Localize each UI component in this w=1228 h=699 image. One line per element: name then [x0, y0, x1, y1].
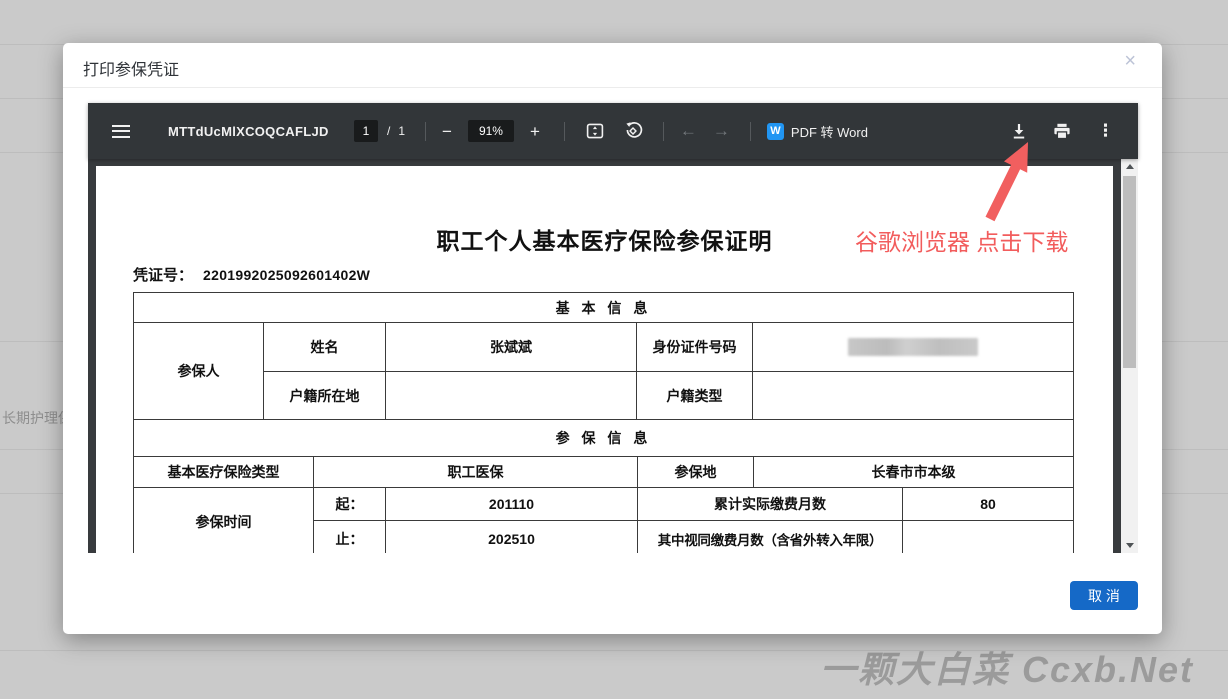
menu-icon[interactable] — [112, 125, 130, 138]
modal-title: 打印参保凭证 — [83, 56, 179, 80]
pdf-viewer: MTTdUcMlXCOQCAFLJD... 1 / 1 − 91% + — [88, 103, 1138, 553]
pdf-viewport: 职工个人基本医疗保险参保证明 凭证号：2201992025092601402W … — [88, 159, 1138, 553]
forward-arrow-icon[interactable]: → — [713, 121, 730, 141]
residence-label: 户籍所在地 — [264, 372, 386, 420]
id-number-label: 身份证件号码 — [637, 323, 753, 372]
scroll-up-icon[interactable] — [1121, 159, 1138, 174]
pdf-to-word-button[interactable]: PDF 转 Word — [791, 122, 868, 141]
word-icon[interactable]: W — [767, 123, 784, 140]
pdf-page: 职工个人基本医疗保险参保证明 凭证号：2201992025092601402W … — [96, 166, 1113, 553]
actual-months-label: 累计实际缴费月数 — [638, 488, 903, 521]
toolbar-divider — [663, 122, 664, 141]
name-label: 姓名 — [264, 323, 386, 372]
page-separator: / — [387, 124, 390, 138]
insured-person-label: 参保人 — [134, 323, 264, 420]
scrollbar[interactable] — [1121, 159, 1138, 553]
voucher-number: 2201992025092601402W — [203, 267, 370, 283]
certificate-title: 职工个人基本医疗保险参保证明 — [96, 222, 1113, 256]
print-icon[interactable] — [1053, 123, 1071, 140]
close-icon[interactable]: × — [1124, 51, 1136, 71]
voucher-label: 凭证号： — [133, 267, 193, 284]
insure-period-label: 参保时间 — [134, 488, 314, 553]
insurance-type-value: 职工医保 — [314, 457, 638, 488]
residence-type-label: 户籍类型 — [637, 372, 753, 420]
rotate-icon[interactable] — [623, 121, 643, 141]
period-end-label: 止： — [314, 521, 386, 553]
insure-place-label: 参保地 — [638, 457, 754, 488]
more-options-icon[interactable]: ⋮ — [1097, 121, 1114, 141]
period-end-value: 202510 — [386, 521, 638, 553]
pdf-filename: MTTdUcMlXCOQCAFLJD... — [168, 124, 328, 139]
voucher-number-line: 凭证号： 2201992025092601402W — [133, 264, 370, 285]
pdf-toolbar: MTTdUcMlXCOQCAFLJD... 1 / 1 − 91% + — [88, 103, 1138, 159]
print-voucher-modal: 打印参保凭证 × MTTdUcMlXCOQCAFLJD... 1 / 1 − 9… — [63, 43, 1162, 634]
section-insure-info: 参 保 信 息 — [134, 420, 1074, 457]
zoom-in-button[interactable]: + — [526, 121, 544, 142]
cancel-button[interactable]: 取 消 — [1070, 581, 1138, 610]
zoom-level[interactable]: 91% — [468, 120, 514, 142]
deemed-months-value — [903, 521, 1074, 553]
screen: { "background": { "left_text": "长期护理保", … — [0, 0, 1228, 699]
certificate-table: 基 本 信 息 参保人 姓名 张斌斌 身份证件号码 — [133, 292, 1074, 553]
scrollbar-thumb[interactable] — [1123, 176, 1136, 368]
download-icon[interactable] — [1011, 123, 1027, 140]
deemed-months-label: 其中视同缴费月数（含省外转入年限） — [638, 521, 903, 553]
actual-months-value: 80 — [903, 488, 1074, 521]
name-value: 张斌斌 — [386, 323, 637, 372]
toolbar-divider — [750, 122, 751, 141]
residence-type-value — [753, 372, 1074, 420]
page-total: 1 — [398, 124, 405, 138]
period-start-label: 起： — [314, 488, 386, 521]
toolbar-divider — [425, 122, 426, 141]
background-clipped-text: 长期护理保 — [2, 408, 64, 428]
insurance-type-label: 基本医疗保险类型 — [134, 457, 314, 488]
fit-to-page-icon[interactable] — [585, 121, 605, 141]
back-arrow-icon[interactable]: ← — [680, 121, 697, 141]
modal-header: 打印参保凭证 × — [63, 43, 1162, 88]
residence-value — [386, 372, 637, 420]
insure-place-value: 长春市市本级 — [754, 457, 1074, 488]
page-number-input[interactable]: 1 — [354, 120, 378, 142]
toolbar-divider — [564, 122, 565, 141]
section-basic-info: 基 本 信 息 — [134, 293, 1074, 323]
site-watermark: 一颗大白菜 Ccxb.Net — [820, 641, 1194, 693]
zoom-out-button[interactable]: − — [438, 121, 456, 142]
scroll-down-icon[interactable] — [1121, 538, 1138, 553]
redacted-id-number — [848, 338, 978, 356]
id-number-cell — [753, 323, 1074, 372]
period-start-value: 201110 — [386, 488, 638, 521]
